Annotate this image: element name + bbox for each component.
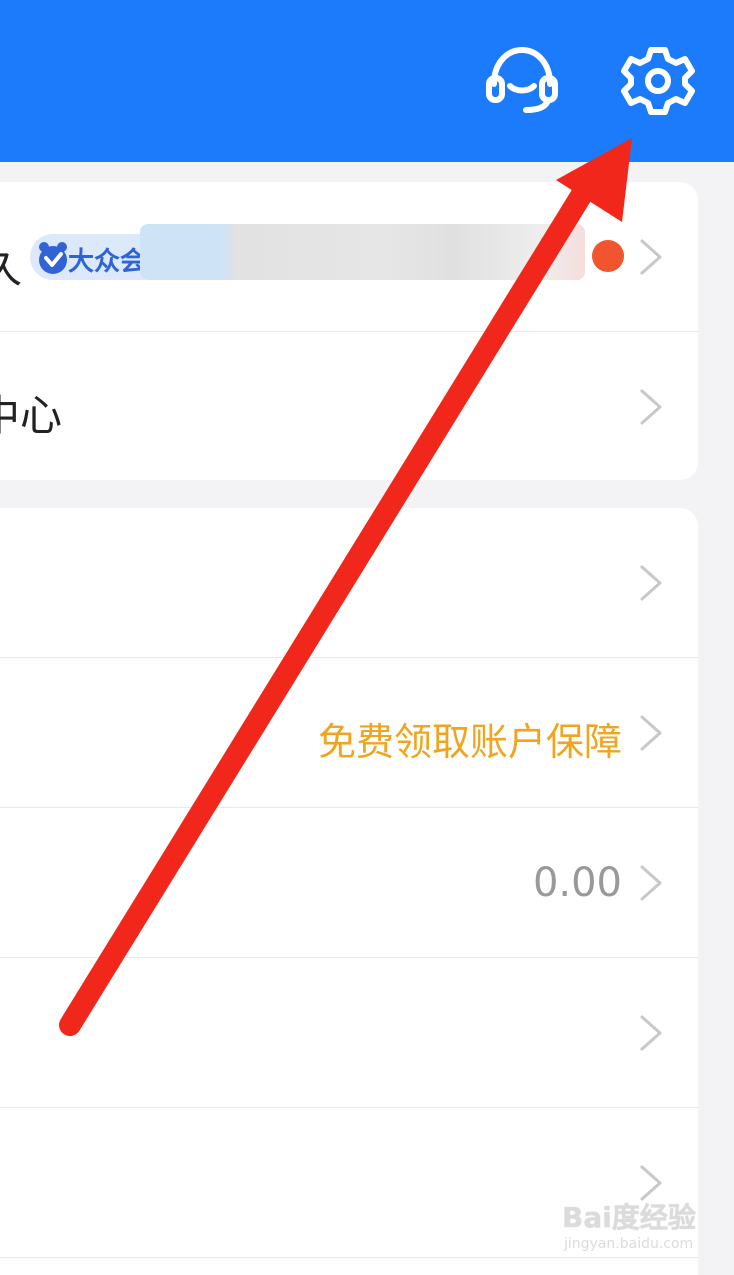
baidu-jingyan-watermark: Bai度经验 jingyan.baidu.com: [562, 1196, 730, 1260]
chevron-right-icon: [640, 239, 662, 275]
watermark-subtext: jingyan.baidu.com: [564, 1236, 694, 1252]
balance-value: 0.00: [532, 860, 622, 906]
account-protection-promo: 免费领取账户保障: [317, 720, 622, 764]
top-header-bar: [0, 0, 734, 162]
member-badge-text: 大众会: [68, 247, 147, 277]
member-row-label: 久: [0, 243, 23, 292]
chevron-right-icon: [640, 715, 662, 751]
customer-service-button[interactable]: [484, 42, 560, 118]
center-row[interactable]: 中心: [0, 332, 698, 480]
chevron-right-icon: [640, 565, 662, 601]
chevron-right-icon: [640, 389, 662, 425]
settings-button[interactable]: [621, 44, 695, 118]
list-item[interactable]: [0, 508, 698, 658]
redacted-blur-area: [140, 224, 585, 280]
account-card: 久 大众会 中心: [0, 182, 698, 480]
chevron-right-icon: [640, 865, 662, 901]
center-row-label: 中心: [0, 391, 63, 440]
member-row[interactable]: 久 大众会: [0, 182, 698, 332]
badge-v-icon: [39, 242, 67, 274]
gear-icon: [621, 47, 695, 115]
list-item-balance[interactable]: 0.00: [0, 808, 698, 958]
list-item[interactable]: [0, 958, 698, 1108]
headset-icon: [486, 46, 558, 113]
watermark-text: Bai度经验: [562, 1201, 696, 1234]
notification-red-dot: [592, 240, 624, 272]
settings-list-card: 免费领取账户保障 0.00: [0, 508, 698, 1275]
chevron-right-icon: [640, 1015, 662, 1051]
list-item-account-protection[interactable]: 免费领取账户保障: [0, 658, 698, 808]
